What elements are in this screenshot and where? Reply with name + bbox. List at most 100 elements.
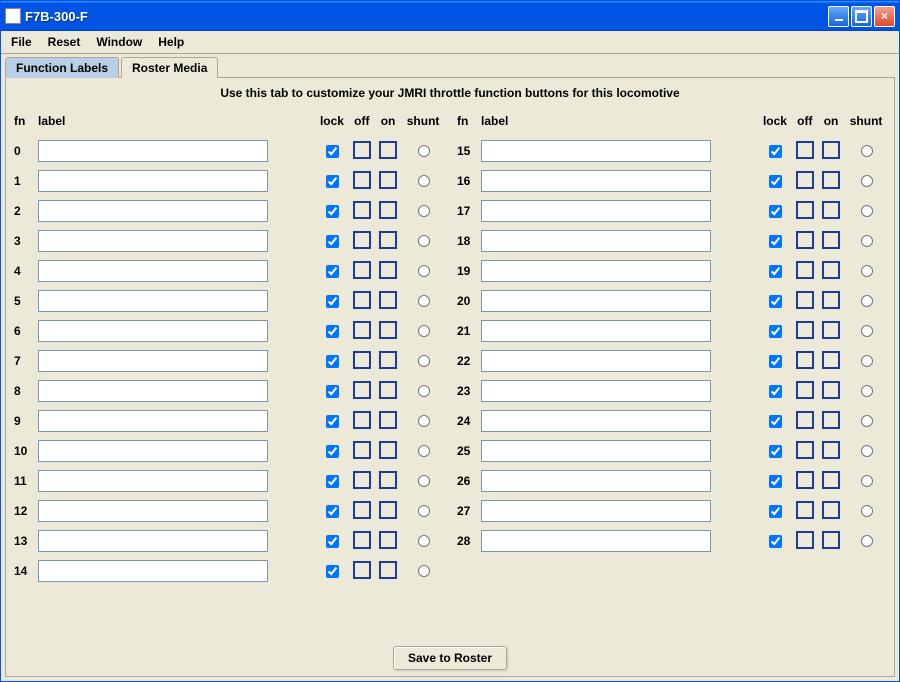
- label-input[interactable]: [38, 290, 268, 312]
- off-image-box[interactable]: [353, 531, 371, 549]
- off-image-box[interactable]: [796, 381, 814, 399]
- label-input[interactable]: [38, 380, 268, 402]
- off-image-box[interactable]: [353, 441, 371, 459]
- shunt-radio[interactable]: [861, 325, 873, 337]
- off-image-box[interactable]: [353, 321, 371, 339]
- label-input[interactable]: [481, 290, 711, 312]
- menu-window[interactable]: Window: [90, 33, 148, 51]
- off-image-box[interactable]: [796, 411, 814, 429]
- lock-checkbox[interactable]: [326, 205, 339, 218]
- close-button[interactable]: ×: [874, 6, 895, 27]
- shunt-radio[interactable]: [418, 475, 430, 487]
- off-image-box[interactable]: [796, 321, 814, 339]
- off-image-box[interactable]: [796, 201, 814, 219]
- off-image-box[interactable]: [796, 261, 814, 279]
- shunt-radio[interactable]: [418, 505, 430, 517]
- label-input[interactable]: [38, 410, 268, 432]
- on-image-box[interactable]: [379, 141, 397, 159]
- lock-checkbox[interactable]: [326, 475, 339, 488]
- on-image-box[interactable]: [379, 381, 397, 399]
- lock-checkbox[interactable]: [769, 295, 782, 308]
- shunt-radio[interactable]: [861, 265, 873, 277]
- lock-checkbox[interactable]: [326, 385, 339, 398]
- label-input[interactable]: [38, 200, 268, 222]
- label-input[interactable]: [38, 440, 268, 462]
- lock-checkbox[interactable]: [769, 505, 782, 518]
- shunt-radio[interactable]: [861, 205, 873, 217]
- lock-checkbox[interactable]: [769, 475, 782, 488]
- label-input[interactable]: [481, 350, 711, 372]
- shunt-radio[interactable]: [861, 535, 873, 547]
- on-image-box[interactable]: [379, 411, 397, 429]
- off-image-box[interactable]: [353, 291, 371, 309]
- lock-checkbox[interactable]: [326, 445, 339, 458]
- shunt-radio[interactable]: [418, 385, 430, 397]
- on-image-box[interactable]: [822, 441, 840, 459]
- label-input[interactable]: [38, 170, 268, 192]
- lock-checkbox[interactable]: [769, 325, 782, 338]
- off-image-box[interactable]: [796, 441, 814, 459]
- off-image-box[interactable]: [353, 201, 371, 219]
- label-input[interactable]: [481, 470, 711, 492]
- on-image-box[interactable]: [379, 501, 397, 519]
- on-image-box[interactable]: [822, 531, 840, 549]
- lock-checkbox[interactable]: [326, 415, 339, 428]
- shunt-radio[interactable]: [861, 355, 873, 367]
- lock-checkbox[interactable]: [769, 415, 782, 428]
- off-image-box[interactable]: [353, 261, 371, 279]
- on-image-box[interactable]: [822, 141, 840, 159]
- label-input[interactable]: [481, 230, 711, 252]
- shunt-radio[interactable]: [861, 385, 873, 397]
- on-image-box[interactable]: [379, 561, 397, 579]
- lock-checkbox[interactable]: [769, 445, 782, 458]
- save-to-roster-button[interactable]: Save to Roster: [393, 646, 507, 670]
- on-image-box[interactable]: [379, 261, 397, 279]
- minimize-button[interactable]: [828, 6, 849, 27]
- label-input[interactable]: [38, 260, 268, 282]
- off-image-box[interactable]: [353, 561, 371, 579]
- lock-checkbox[interactable]: [326, 235, 339, 248]
- lock-checkbox[interactable]: [326, 145, 339, 158]
- on-image-box[interactable]: [822, 471, 840, 489]
- on-image-box[interactable]: [379, 291, 397, 309]
- menu-reset[interactable]: Reset: [42, 33, 87, 51]
- shunt-radio[interactable]: [861, 445, 873, 457]
- shunt-radio[interactable]: [418, 175, 430, 187]
- shunt-radio[interactable]: [418, 355, 430, 367]
- lock-checkbox[interactable]: [326, 505, 339, 518]
- tab-function-labels[interactable]: Function Labels: [5, 57, 119, 78]
- shunt-radio[interactable]: [861, 235, 873, 247]
- off-image-box[interactable]: [796, 291, 814, 309]
- on-image-box[interactable]: [822, 171, 840, 189]
- lock-checkbox[interactable]: [769, 145, 782, 158]
- lock-checkbox[interactable]: [326, 325, 339, 338]
- shunt-radio[interactable]: [861, 175, 873, 187]
- on-image-box[interactable]: [379, 321, 397, 339]
- on-image-box[interactable]: [822, 201, 840, 219]
- lock-checkbox[interactable]: [326, 565, 339, 578]
- off-image-box[interactable]: [796, 471, 814, 489]
- on-image-box[interactable]: [379, 351, 397, 369]
- off-image-box[interactable]: [353, 381, 371, 399]
- shunt-radio[interactable]: [418, 535, 430, 547]
- label-input[interactable]: [481, 500, 711, 522]
- shunt-radio[interactable]: [861, 145, 873, 157]
- off-image-box[interactable]: [353, 501, 371, 519]
- lock-checkbox[interactable]: [769, 355, 782, 368]
- label-input[interactable]: [481, 440, 711, 462]
- tab-roster-media[interactable]: Roster Media: [121, 57, 218, 78]
- on-image-box[interactable]: [822, 261, 840, 279]
- lock-checkbox[interactable]: [326, 175, 339, 188]
- shunt-radio[interactable]: [861, 295, 873, 307]
- on-image-box[interactable]: [822, 501, 840, 519]
- on-image-box[interactable]: [822, 381, 840, 399]
- on-image-box[interactable]: [379, 531, 397, 549]
- shunt-radio[interactable]: [418, 415, 430, 427]
- label-input[interactable]: [38, 500, 268, 522]
- on-image-box[interactable]: [822, 351, 840, 369]
- shunt-radio[interactable]: [861, 475, 873, 487]
- label-input[interactable]: [481, 320, 711, 342]
- on-image-box[interactable]: [822, 321, 840, 339]
- on-image-box[interactable]: [379, 471, 397, 489]
- label-input[interactable]: [38, 350, 268, 372]
